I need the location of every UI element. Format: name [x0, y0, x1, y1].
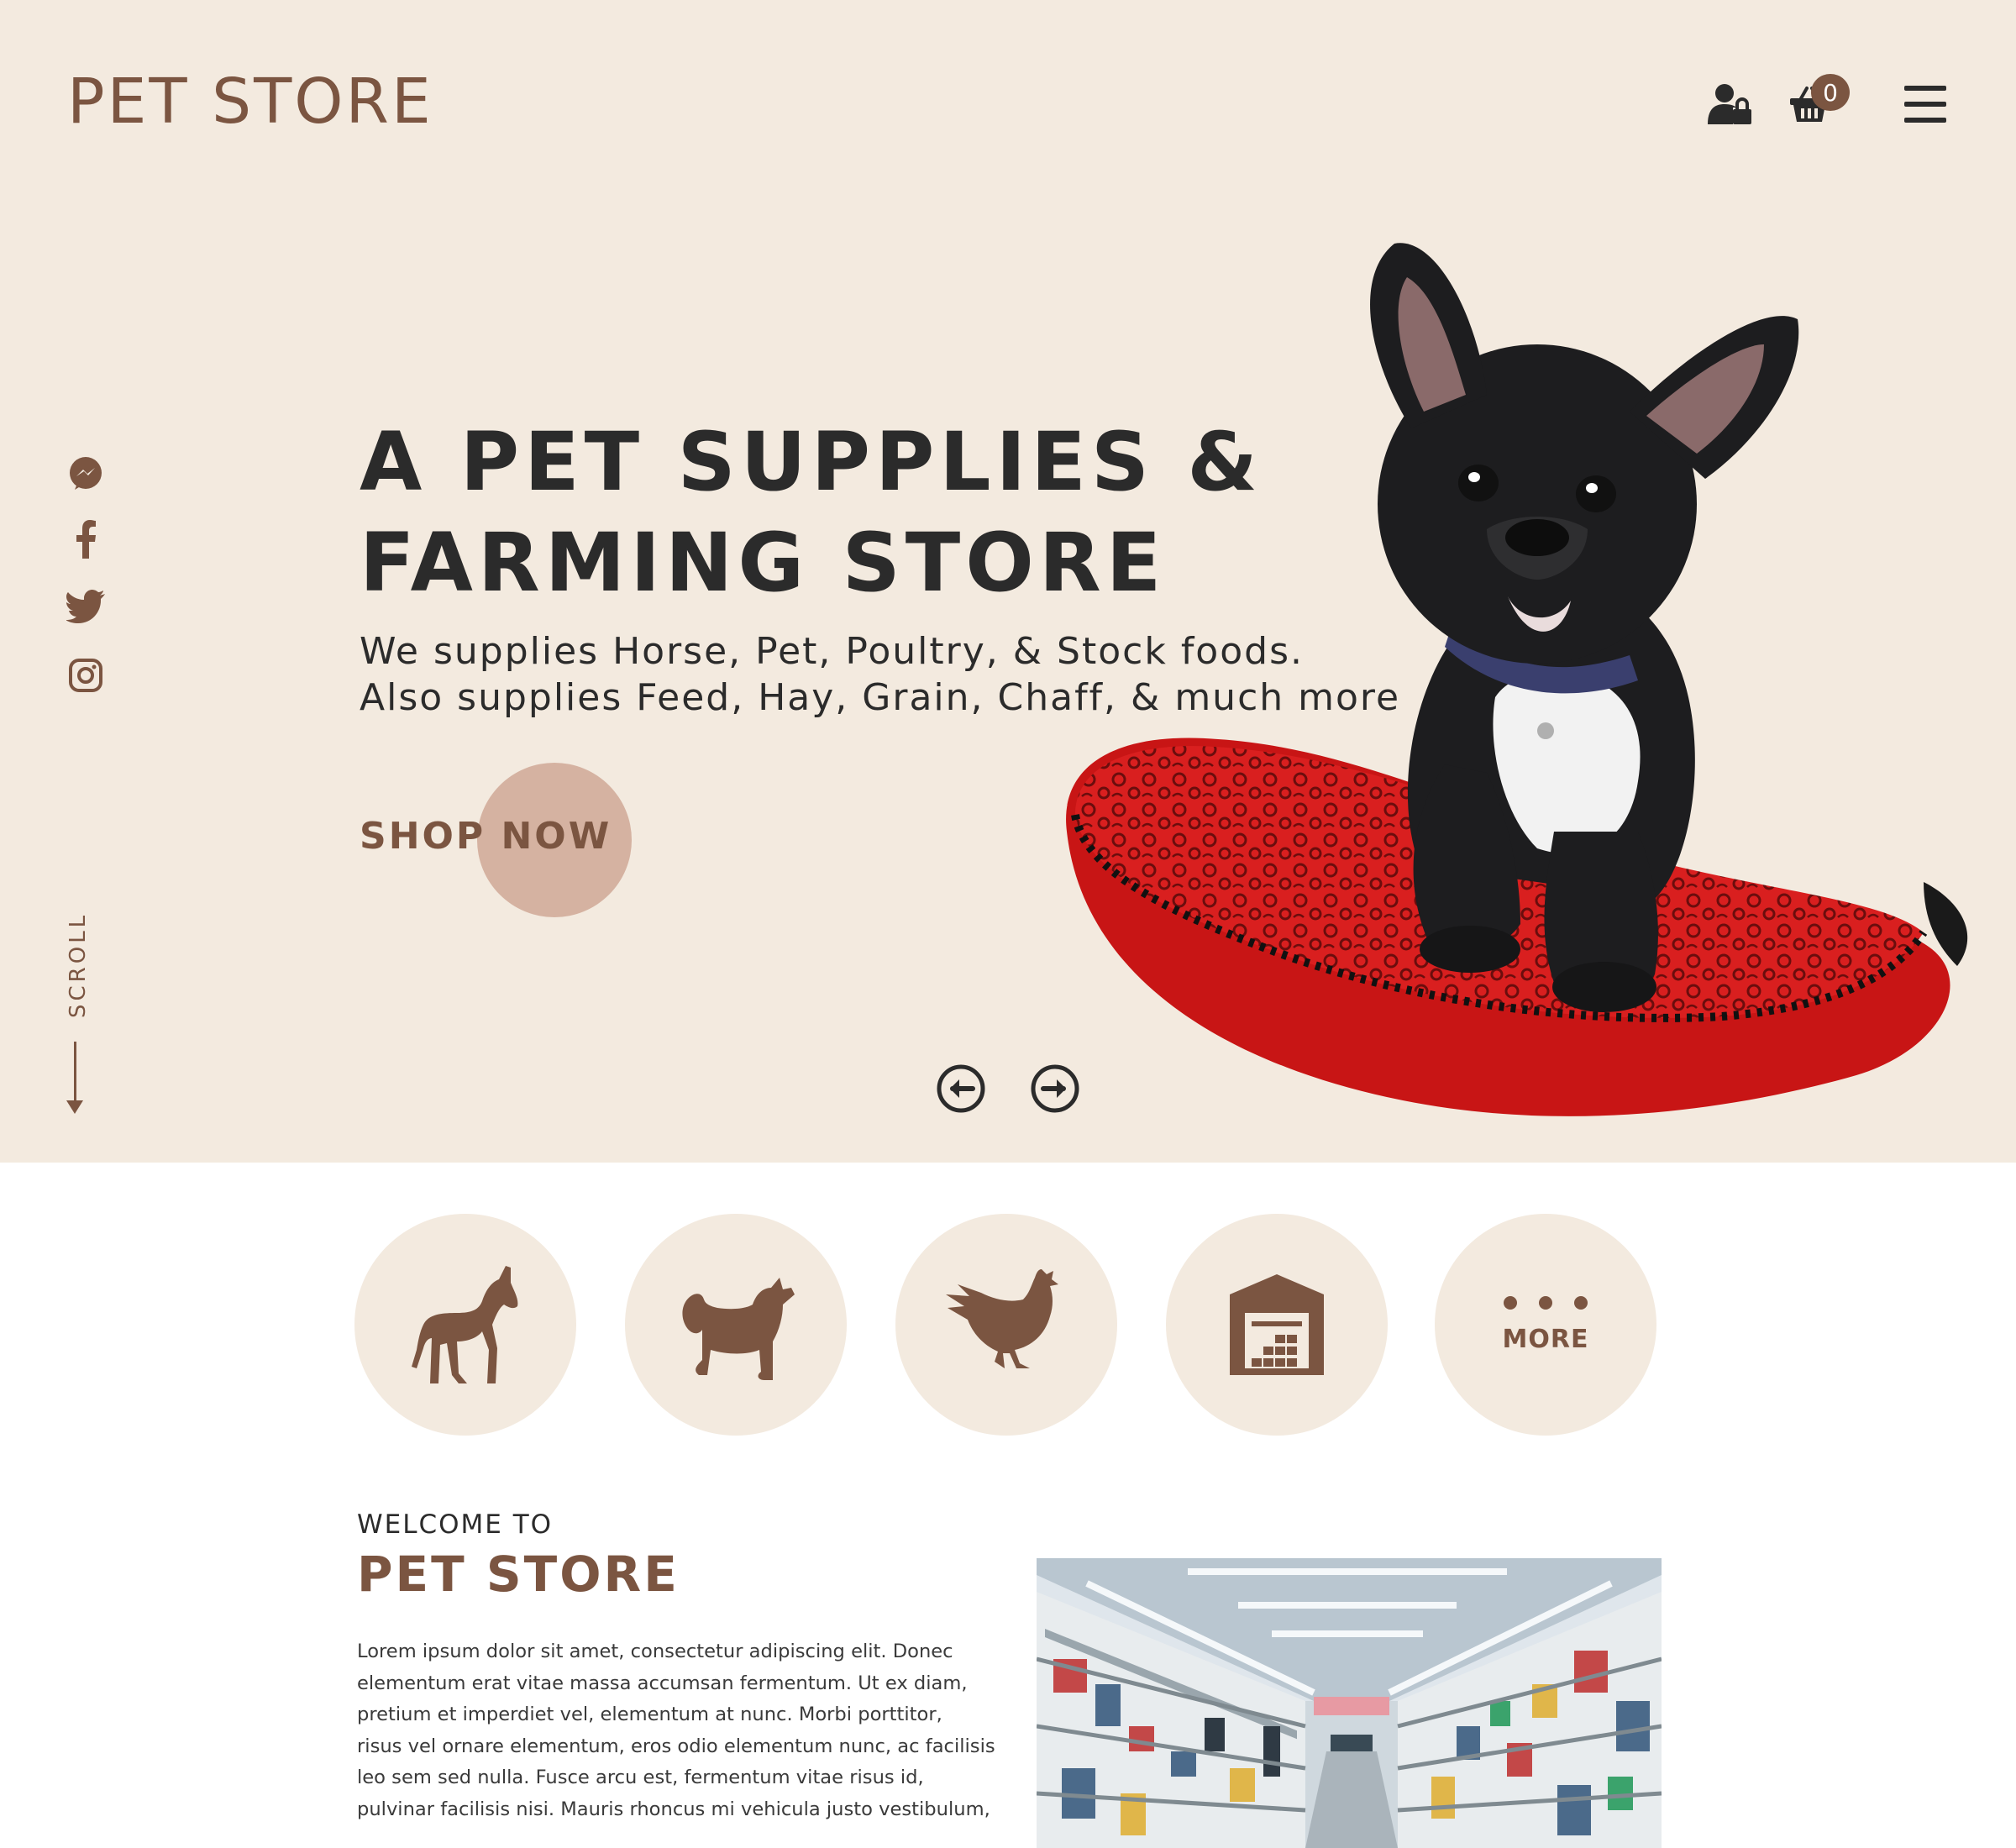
ellipsis-icon: [1503, 1295, 1588, 1310]
category-farm[interactable]: [1166, 1214, 1388, 1436]
hero-dog-image: [1066, 243, 1968, 1116]
shop-now-button[interactable]: SHOP NOW: [360, 815, 612, 858]
more-label: MORE: [1502, 1324, 1589, 1354]
category-poultry[interactable]: [895, 1214, 1117, 1436]
scroll-indicator[interactable]: SCROLL: [40, 912, 121, 1018]
about-line: leo sem sed nulla. Fusce arcu est, ferme…: [357, 1767, 924, 1788]
about-title: PET STORE: [357, 1546, 680, 1603]
barn-icon: [1230, 1274, 1324, 1375]
category-horse[interactable]: [354, 1214, 576, 1436]
hero-section: PET STORE 0 SCROLL A PET SUPPLIES & FARM…: [0, 0, 2016, 1163]
instagram-icon[interactable]: [66, 655, 106, 696]
category-more[interactable]: MORE: [1435, 1214, 1656, 1436]
about-line: risus vel ornare elementum, eros odio el…: [357, 1735, 995, 1757]
horse-icon: [412, 1266, 518, 1383]
about-line: pulvinar facilisis nisi. Mauris rhoncus …: [357, 1798, 990, 1820]
about-line: elementum erat vitae massa accumsan ferm…: [357, 1672, 968, 1694]
facebook-icon[interactable]: [66, 519, 106, 559]
site-logo[interactable]: PET STORE: [67, 66, 433, 138]
arrow-left-circle-icon[interactable]: [936, 1063, 986, 1114]
category-dog[interactable]: [625, 1214, 847, 1436]
scroll-down-arrow-icon: [66, 1100, 83, 1114]
store-interior-image: [1037, 1558, 1662, 1848]
messenger-icon[interactable]: [66, 454, 106, 494]
scroll-label: SCROLL: [66, 911, 91, 1018]
about-paragraph: Lorem ipsum dolor sit amet, consectetur …: [357, 1636, 1004, 1825]
more-content: MORE: [1502, 1295, 1589, 1354]
chicken-icon: [946, 1269, 1058, 1368]
about-line: Lorem ipsum dolor sit amet, consectetur …: [357, 1641, 953, 1662]
cart-count-badge: 0: [1811, 74, 1850, 111]
about-line: pretium et imperdiet vel, elementum at n…: [357, 1704, 942, 1725]
hamburger-menu-icon[interactable]: [1902, 81, 1949, 128]
user-lock-icon[interactable]: [1707, 81, 1754, 128]
twitter-icon[interactable]: [66, 586, 106, 627]
dog-icon: [682, 1278, 795, 1380]
site-header: PET STORE 0: [0, 0, 2016, 193]
welcome-kicker: WELCOME TO: [357, 1509, 554, 1540]
